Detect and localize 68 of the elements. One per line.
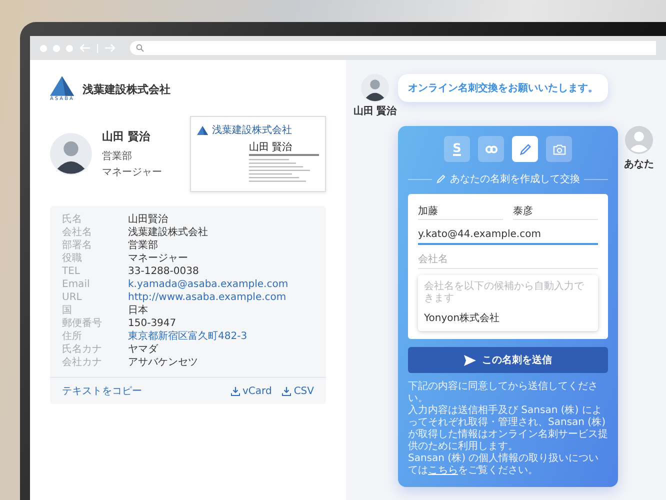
- logo-icon: [50, 76, 74, 96]
- field-value: ヤマダ: [128, 344, 160, 356]
- window-dot-icon: [66, 44, 73, 52]
- field-value: 山田賢治: [128, 214, 169, 226]
- card-person-name: 山田 賢治: [249, 140, 319, 156]
- forward-arrow-icon[interactable]: [104, 42, 116, 54]
- field-label: 会社カナ: [62, 357, 103, 369]
- user-avatar: [625, 126, 653, 154]
- field-link[interactable]: k.yamada@asaba.example.com: [128, 279, 314, 291]
- back-arrow-icon[interactable]: [79, 42, 91, 54]
- job-title: マネージャー: [102, 166, 162, 179]
- download-icon: [282, 386, 291, 396]
- notice-text: Sansan (株) の個人情報の取り扱いについてはこちら をご覧ください。: [408, 453, 600, 477]
- download-link[interactable]: vCard: [230, 386, 272, 396]
- field-value: 150-3947: [128, 318, 178, 330]
- field-value: 営業部: [128, 240, 159, 252]
- sender-name: 山田 賢治: [353, 104, 397, 118]
- first-name-field[interactable]: 泰彦: [513, 202, 598, 220]
- field-label: 氏名カナ: [62, 344, 103, 356]
- department: 営業部: [102, 150, 133, 163]
- card-company-name: 浅葉建設株式会社: [212, 124, 292, 137]
- last-name-field[interactable]: 加藤: [418, 202, 503, 220]
- suggestion-item[interactable]: Yonyon株式会社: [424, 311, 592, 325]
- field-value: マネージャー: [128, 253, 189, 265]
- company-field[interactable]: 会社名: [418, 251, 598, 269]
- search-icon: [136, 44, 144, 52]
- field-label: 部署名: [62, 240, 93, 252]
- privacy-link[interactable]: こちら: [428, 465, 458, 476]
- field-label: URL: [62, 292, 83, 304]
- send-card-button[interactable]: この名刺を送信: [408, 347, 608, 373]
- field-label: 氏名: [62, 214, 83, 226]
- field-label: Email: [62, 279, 91, 291]
- company-name: 浅葉建設株式会社: [82, 82, 170, 96]
- person-avatar: [50, 133, 92, 175]
- suggestion-hint: 会社名を以下の候補から自動入力できます: [424, 281, 585, 305]
- user-label: あなた: [624, 158, 654, 171]
- section-title: あなたの名刺を作成して交換: [450, 172, 580, 186]
- window-dot-icon: [53, 44, 60, 52]
- download-link[interactable]: CSV: [282, 386, 314, 396]
- field-link[interactable]: http://www.asaba.example.com: [128, 292, 314, 304]
- notice-text: 下記の内容に同意してから送信してください。: [408, 381, 599, 404]
- person-name: 山田 賢治: [102, 129, 152, 144]
- camera-icon: [552, 142, 566, 156]
- field-value: 33-1288-0038: [128, 266, 200, 278]
- pencil-icon: [518, 142, 532, 156]
- pencil-icon: [436, 174, 446, 184]
- card-source-tab[interactable]: [512, 136, 538, 162]
- copy-text-link[interactable]: テキストをコピー: [62, 384, 142, 398]
- send-icon: [464, 354, 476, 366]
- field-label: 役職: [62, 253, 83, 265]
- message-bubble: オンライン名刺交換をお願いいたします。: [398, 74, 608, 102]
- sender-avatar: [361, 74, 389, 102]
- download-icon: [230, 386, 240, 396]
- logo-icon: [197, 126, 208, 134]
- field-label: 住所: [62, 331, 83, 343]
- card-source-tab[interactable]: [546, 136, 572, 162]
- field-value: 浅葉建設株式会社: [128, 227, 209, 239]
- field-label: 国: [62, 305, 73, 317]
- field-label: TEL: [62, 266, 81, 278]
- notice-text: 入力内容は送信相手及び Sansan (株) によってそれぞれ取得・管理され、Sansan (株) が取得した情報はオンライン名刺サービス提供のために利用します。: [408, 405, 608, 452]
- card-source-tab[interactable]: [478, 136, 504, 162]
- field-value: アサバケンセツ: [128, 357, 199, 369]
- email-field[interactable]: y.kato@44.example.com: [418, 226, 598, 245]
- field-label: 郵便番号: [62, 318, 103, 330]
- field-value: 日本: [128, 305, 149, 317]
- window-dot-icon: [40, 44, 47, 52]
- field-label: 会社名: [62, 227, 93, 239]
- field-link[interactable]: 東京都新宿区富久町482-3: [128, 331, 314, 343]
